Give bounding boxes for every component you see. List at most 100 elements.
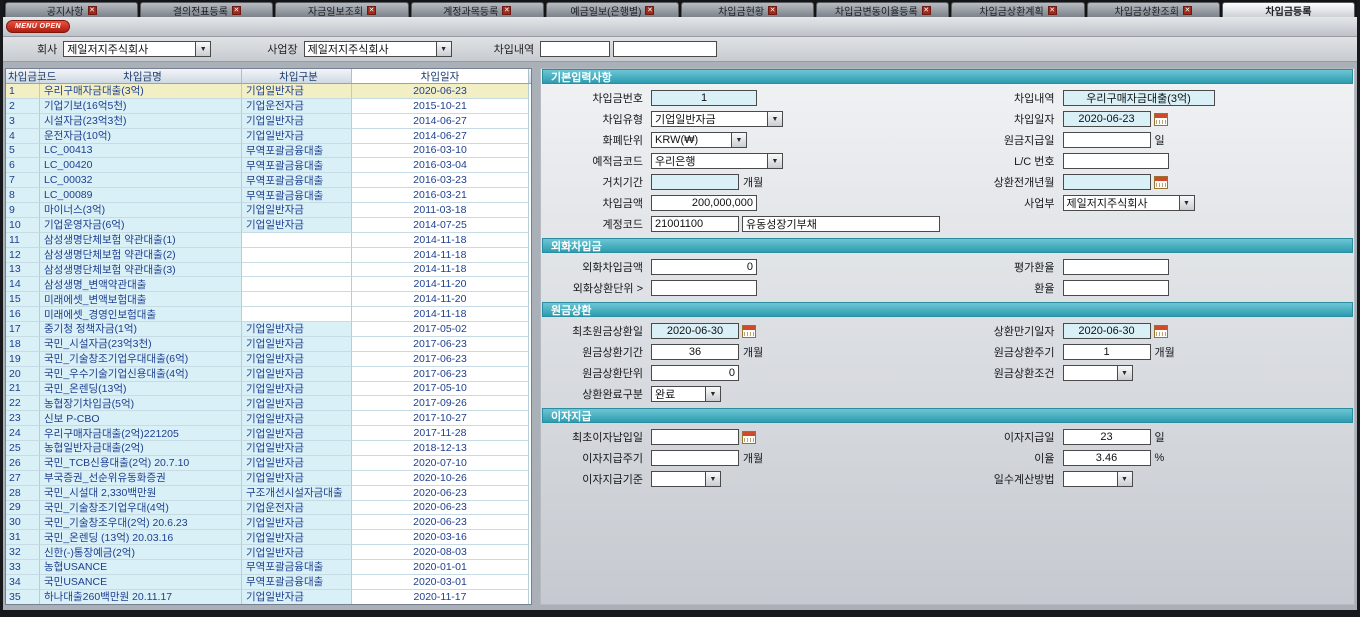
grid-row[interactable]: 34국민USANCE무역포괄금융대출2020-03-01: [6, 575, 531, 590]
grid-row[interactable]: 21국민_온렌딩(13억)기업일반자금2017-05-10: [6, 382, 531, 397]
grid-row[interactable]: 2기업기보(16억5천)기업운전자금2015-10-21: [6, 99, 531, 114]
input-field[interactable]: [1063, 174, 1151, 190]
dropdown-arrow-icon[interactable]: [705, 386, 721, 402]
dropdown-arrow-icon[interactable]: [195, 41, 211, 57]
grid-row[interactable]: 9마이너스(3억)기업일반자금2011-03-18: [6, 203, 531, 218]
combo-field[interactable]: 완료: [651, 386, 721, 402]
grid-row[interactable]: 11삼성생명단체보험 약관대출(1)2014-11-18: [6, 233, 531, 248]
grid-row[interactable]: 32신한(-)통장예금(2억)기업일반자금2020-08-03: [6, 545, 531, 560]
grid-row[interactable]: 16미래에셋_경영인보험대출2014-11-18: [6, 307, 531, 322]
grid-row[interactable]: 30국민_기술창조우대(2억) 20.6.23기업일반자금2020-06-23: [6, 515, 531, 530]
tab-8[interactable]: 차입금상환계획: [951, 2, 1084, 17]
tab-9[interactable]: 차입금상환조회: [1087, 2, 1220, 17]
grid-row[interactable]: 27부국증권_선순위유동화증권기업일반자금2020-10-26: [6, 471, 531, 486]
input-field[interactable]: 2020-06-23: [1063, 111, 1151, 127]
input-field[interactable]: 0: [651, 259, 757, 275]
grid-row[interactable]: 26국민_TCB신용대출(2억) 20.7.10기업일반자금2020-07-10: [6, 456, 531, 471]
grid-row[interactable]: 24우리구매자금대출(2억)221205기업일반자금2017-11-28: [6, 426, 531, 441]
input-field[interactable]: 1: [651, 90, 757, 106]
dropdown-arrow-icon[interactable]: [767, 153, 783, 169]
tab-3[interactable]: 자금일보조회: [275, 2, 408, 17]
grid-row[interactable]: 35하나대출260백만원 20.11.17기업일반자금2020-11-17: [6, 590, 531, 604]
tab-4[interactable]: 계정과목등록: [411, 2, 544, 17]
grid-row[interactable]: 29국민_기술창조기업우대(4억)기업운전자금2020-06-23: [6, 501, 531, 516]
grid-row[interactable]: 5LC_00413무역포괄금융대출2016-03-10: [6, 144, 531, 159]
input-field[interactable]: 2020-06-30: [651, 323, 739, 339]
calendar-icon[interactable]: [1154, 113, 1168, 126]
grid-row[interactable]: 8LC_00089무역포괄금융대출2016-03-21: [6, 188, 531, 203]
business-site-select[interactable]: 제일저지주식회사: [304, 41, 452, 57]
grid-row[interactable]: 18국민_시설자금(23억3천)기업일반자금2017-06-23: [6, 337, 531, 352]
input-field[interactable]: [1063, 280, 1169, 296]
tab-close-icon[interactable]: [502, 6, 511, 15]
input-field[interactable]: [651, 429, 739, 445]
calendar-icon[interactable]: [742, 325, 756, 338]
input-field[interactable]: [1063, 259, 1169, 275]
tab-close-icon[interactable]: [645, 6, 654, 15]
input-field[interactable]: 0: [651, 365, 739, 381]
grid-row[interactable]: 1우리구매자금대출(3억)기업일반자금2020-06-23: [6, 84, 531, 99]
tab-5[interactable]: 예금일보(은행별): [546, 2, 679, 17]
grid-row[interactable]: 12삼성생명단체보험 약관대출(2)2014-11-18: [6, 248, 531, 263]
company-select[interactable]: 제일저지주식회사: [63, 41, 211, 57]
input-field[interactable]: [1063, 153, 1169, 169]
input-field[interactable]: 2020-06-30: [1063, 323, 1151, 339]
input-field[interactable]: 21001100: [651, 216, 739, 232]
input-field[interactable]: 우리구매자금대출(3억): [1063, 90, 1215, 106]
input-field[interactable]: 200,000,000: [651, 195, 757, 211]
grid-row[interactable]: 13삼성생명단체보험 약관대출(3)2014-11-18: [6, 263, 531, 278]
tab-1[interactable]: 공지사항: [5, 2, 138, 17]
combo-field[interactable]: 우리은행: [651, 153, 783, 169]
grid-row[interactable]: 22농협장기차입금(5억)기업일반자금2017-09-26: [6, 396, 531, 411]
tab-close-icon[interactable]: [1048, 6, 1057, 15]
input-field[interactable]: 1: [1063, 344, 1151, 360]
dropdown-arrow-icon[interactable]: [767, 111, 783, 127]
dropdown-arrow-icon[interactable]: [1117, 365, 1133, 381]
dropdown-arrow-icon[interactable]: [436, 41, 452, 57]
grid-row[interactable]: 17중기청 정책자금(1억)기업일반자금2017-05-02: [6, 322, 531, 337]
menu-open-button[interactable]: MENU OPEN: [6, 20, 70, 33]
input-field[interactable]: [651, 174, 739, 190]
tab-close-icon[interactable]: [88, 6, 97, 15]
grid-row[interactable]: 7LC_00032무역포괄금융대출2016-03-23: [6, 173, 531, 188]
dropdown-arrow-icon[interactable]: [1179, 195, 1195, 211]
calendar-icon[interactable]: [1154, 176, 1168, 189]
tab-close-icon[interactable]: [232, 6, 241, 15]
input-field[interactable]: [651, 450, 739, 466]
tab-close-icon[interactable]: [922, 6, 931, 15]
grid-row[interactable]: 19국민_기술창조기업우대대출(6억)기업일반자금2017-06-23: [6, 352, 531, 367]
tab-close-icon[interactable]: [367, 6, 376, 15]
combo-field[interactable]: [1063, 365, 1133, 381]
input-field[interactable]: [651, 280, 757, 296]
calendar-icon[interactable]: [1154, 325, 1168, 338]
grid-row[interactable]: 4운전자금(10억)기업일반자금2014-06-27: [6, 129, 531, 144]
grid-row[interactable]: 6LC_00420무역포괄금융대출2016-03-04: [6, 158, 531, 173]
dropdown-arrow-icon[interactable]: [1117, 471, 1133, 487]
tab-close-icon[interactable]: [1183, 6, 1192, 15]
grid-row[interactable]: 25농협일반자금대출(2억)기업일반자금2018-12-13: [6, 441, 531, 456]
loan-desc-search-input[interactable]: [540, 41, 610, 57]
grid-row[interactable]: 33농협USANCE무역포괄금융대출2020-01-01: [6, 560, 531, 575]
input-field[interactable]: 3.46: [1063, 450, 1151, 466]
dropdown-arrow-icon[interactable]: [731, 132, 747, 148]
tab-close-icon[interactable]: [768, 6, 777, 15]
calendar-icon[interactable]: [742, 431, 756, 444]
grid-row[interactable]: 20국민_우수기술기업신용대출(4억)기업일반자금2017-06-23: [6, 367, 531, 382]
combo-field[interactable]: [651, 471, 721, 487]
input-field[interactable]: 23: [1063, 429, 1151, 445]
grid-row[interactable]: 28국민_시설대 2,330백만원구조개선시설자금대출2020-06-23: [6, 486, 531, 501]
grid-row[interactable]: 3시설자금(23억3천)기업일반자금2014-06-27: [6, 114, 531, 129]
grid-row[interactable]: 31국민_온렌딩 (13억) 20.03.16기업일반자금2020-03-16: [6, 530, 531, 545]
combo-field[interactable]: 제일저지주식회사: [1063, 195, 1195, 211]
grid-row[interactable]: 14삼성생명_변액약관대출2014-11-20: [6, 277, 531, 292]
combo-field[interactable]: [1063, 471, 1133, 487]
combo-field[interactable]: 기업일반자금: [651, 111, 783, 127]
dropdown-arrow-icon[interactable]: [705, 471, 721, 487]
grid-row[interactable]: 23신보 P-CBO기업일반자금2017-10-27: [6, 411, 531, 426]
combo-field[interactable]: KRW(₩): [651, 132, 747, 148]
grid-row[interactable]: 15미래에셋_변액보험대출2014-11-20: [6, 292, 531, 307]
input-field[interactable]: 유동성장기부채: [742, 216, 940, 232]
tab-6[interactable]: 차입금현황: [681, 2, 814, 17]
grid-row[interactable]: 10기업운영자금(6억)기업일반자금2014-07-25: [6, 218, 531, 233]
tab-2[interactable]: 결의전표등록: [140, 2, 273, 17]
